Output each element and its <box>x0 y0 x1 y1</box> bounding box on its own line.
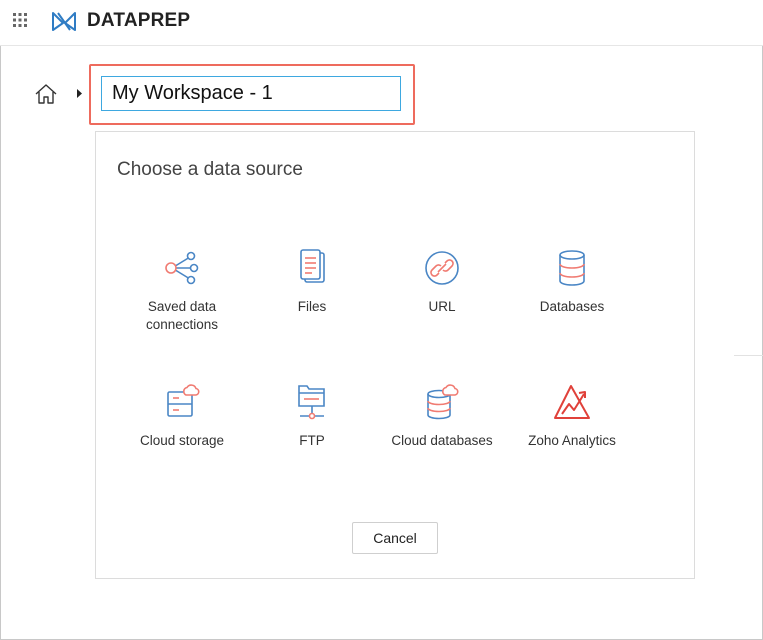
source-label: FTP <box>299 433 325 448</box>
database-icon <box>559 250 585 286</box>
source-zoho-analytics[interactable]: Zoho Analytics <box>507 382 637 450</box>
cancel-button[interactable]: Cancel <box>352 522 438 554</box>
source-files[interactable]: Files <box>247 248 377 316</box>
source-cloud-databases[interactable]: Cloud databases <box>377 382 507 450</box>
source-label: Cloud databases <box>391 433 493 448</box>
background-divider <box>734 355 763 356</box>
source-ftp[interactable]: FTP <box>247 382 377 450</box>
source-label: Databases <box>539 299 605 314</box>
source-label: Zoho Analytics <box>528 433 616 448</box>
dataprep-logo-icon <box>52 12 76 31</box>
source-label: Saved data connections <box>145 299 219 332</box>
home-icon[interactable] <box>34 82 58 106</box>
ftp-icon <box>298 385 325 420</box>
source-databases[interactable]: Databases <box>507 248 637 316</box>
source-label: Files <box>297 299 327 314</box>
link-icon <box>425 251 459 285</box>
source-label: Cloud storage <box>139 433 225 448</box>
dialog-title: Choose a data source <box>117 159 303 180</box>
zoho-analytics-icon <box>554 385 590 419</box>
top-bar: DATAPREP <box>0 0 763 46</box>
data-source-dialog: Choose a data source Saved data connecti… <box>95 131 695 579</box>
breadcrumb-caret-icon <box>77 89 82 98</box>
app-grid-icon[interactable] <box>12 12 28 28</box>
source-saved-connections[interactable]: Saved data connections <box>117 248 247 334</box>
cloud-storage-icon <box>167 384 200 417</box>
source-label: URL <box>428 299 456 314</box>
workspace-name-input[interactable] <box>101 76 401 111</box>
source-url[interactable]: URL <box>377 248 507 316</box>
source-cloud-storage[interactable]: Cloud storage <box>117 382 247 450</box>
share-icon <box>165 251 199 285</box>
file-icon <box>300 249 325 283</box>
app-title: DATAPREP <box>87 10 191 31</box>
cloud-database-icon <box>427 384 459 420</box>
